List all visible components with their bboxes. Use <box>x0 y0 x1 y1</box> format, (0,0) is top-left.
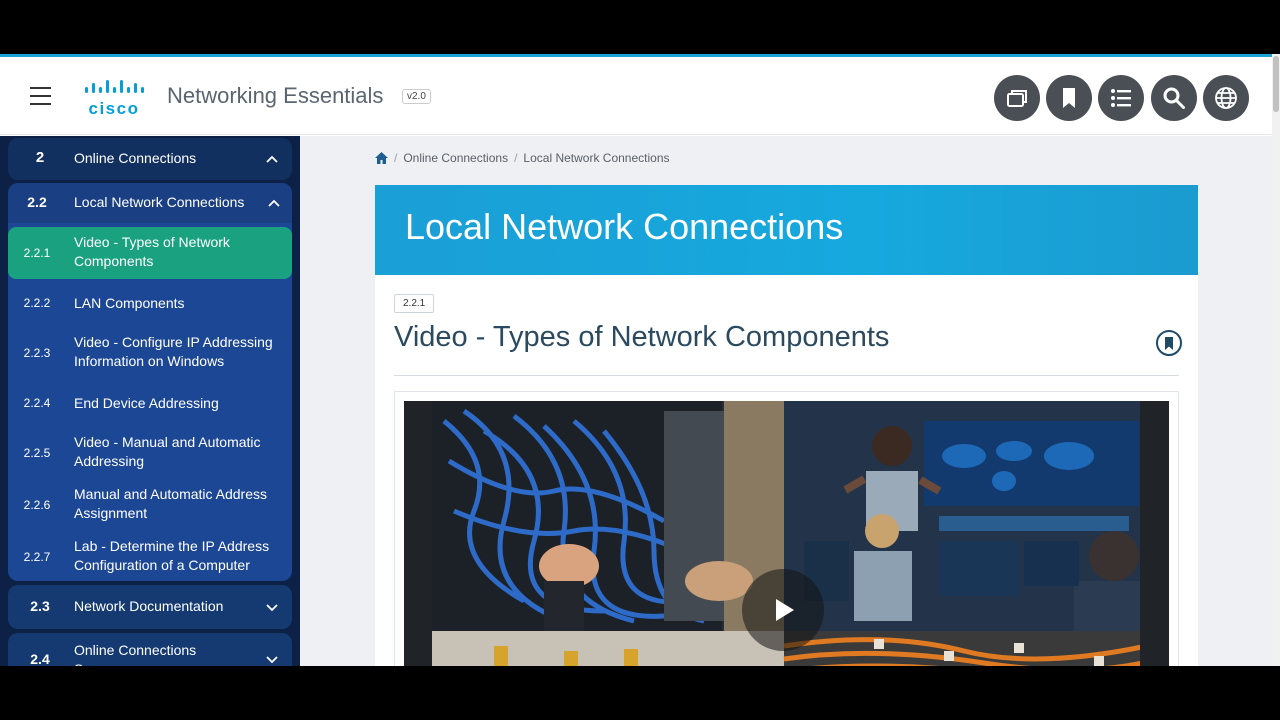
item-label: Video - Configure IP Addressing Informat… <box>74 334 273 369</box>
module-number: 2 <box>35 149 45 166</box>
sidebar-item-2-2-5[interactable]: 2.2.5 Video - Manual and Automatic Addre… <box>8 427 292 479</box>
sidebar: 2 Online Connections 2.2 Local Network C… <box>0 136 300 666</box>
sidebar-item-2-2-6[interactable]: 2.2.6 Manual and Automatic Address Assig… <box>8 479 292 531</box>
item-number: 2.2.5 <box>23 446 51 460</box>
sidebar-section-2-2[interactable]: 2.2 Local Network Connections <box>8 183 292 223</box>
list-icon <box>1111 89 1131 107</box>
section-label: Local Network Connections <box>74 194 245 210</box>
sidebar-section-2-4[interactable]: 2.4 Online Connections Summary <box>8 633 292 666</box>
main-content: / Online Connections / Local Network Con… <box>300 136 1272 666</box>
item-number: 2.2.7 <box>23 550 51 564</box>
sidebar-module-2[interactable]: 2 Online Connections <box>8 138 292 180</box>
chevron-down-icon <box>266 656 278 664</box>
globe-icon <box>1215 87 1237 109</box>
item-number: 2.2.6 <box>23 498 51 512</box>
version-badge: v2.0 <box>402 89 431 104</box>
item-label: End Device Addressing <box>74 395 219 411</box>
page-scrollbar[interactable] <box>1272 54 1280 666</box>
section-label: Network Documentation <box>74 598 224 614</box>
sidebar-item-2-2-3[interactable]: 2.2.3 Video - Configure IP Addressing In… <box>8 327 292 379</box>
search-button[interactable] <box>1151 75 1197 121</box>
section-number: 2.4 <box>30 651 50 666</box>
app-window: cisco Networking Essentials v2.0 2 Onlin… <box>0 54 1280 666</box>
scrollbar-thumb[interactable] <box>1273 56 1279 112</box>
chevron-up-icon <box>268 199 280 207</box>
header: cisco Networking Essentials v2.0 <box>0 57 1272 135</box>
window-icon <box>1007 90 1027 107</box>
item-label: LAN Components <box>74 295 185 311</box>
item-number: 2.2.1 <box>23 246 51 260</box>
section-banner: Local Network Connections <box>375 185 1198 275</box>
chevron-up-icon <box>266 155 278 163</box>
module-label: Online Connections <box>74 150 197 166</box>
divider <box>394 375 1179 376</box>
menu-icon[interactable] <box>30 87 51 105</box>
sidebar-item-2-2-2[interactable]: 2.2.2 LAN Components <box>8 283 292 323</box>
topic-number-badge: 2.2.1 <box>394 294 435 313</box>
section-number: 2.3 <box>30 598 50 614</box>
item-label: Video - Manual and Automatic Addressing <box>74 434 261 469</box>
play-button[interactable] <box>742 569 824 651</box>
video-player[interactable] <box>404 401 1169 666</box>
item-label: Lab - Determine the IP Address Configura… <box>74 538 270 573</box>
language-button[interactable] <box>1203 75 1249 121</box>
banner-title: Local Network Connections <box>405 206 844 247</box>
sidebar-section-2-3[interactable]: 2.3 Network Documentation <box>8 585 292 629</box>
breadcrumb: / Online Connections / Local Network Con… <box>375 151 670 165</box>
bookmark-topic-button[interactable] <box>1156 330 1182 356</box>
home-icon[interactable] <box>375 152 388 164</box>
chevron-down-icon <box>266 604 278 612</box>
cisco-logo: cisco <box>83 78 151 118</box>
item-number: 2.2.4 <box>23 396 51 410</box>
toc-button[interactable] <box>1098 75 1144 121</box>
bookmarks-button[interactable] <box>1046 75 1092 121</box>
item-label: Video - Types of Network Components <box>74 234 230 269</box>
sidebar-item-2-2-4[interactable]: 2.2.4 End Device Addressing <box>8 383 292 423</box>
item-number: 2.2.2 <box>23 296 51 310</box>
item-number: 2.2.3 <box>23 346 51 360</box>
section-number: 2.2 <box>27 194 47 210</box>
section-label: Online Connections Summary <box>74 642 197 666</box>
bookmark-icon <box>1063 88 1075 108</box>
breadcrumb-item[interactable]: Local Network Connections <box>523 151 669 165</box>
app-title: Networking Essentials <box>167 83 384 108</box>
topic-card: 2.2.1 Video - Types of Network Component… <box>375 275 1198 666</box>
sidebar-section-group: 2.2 Local Network Connections 2.2.1 Vide… <box>8 183 292 581</box>
window-button[interactable] <box>994 75 1040 121</box>
sidebar-item-2-2-1[interactable]: 2.2.1 Video - Types of Network Component… <box>8 227 292 279</box>
logo-text: cisco <box>89 99 140 118</box>
search-icon <box>1163 87 1185 109</box>
sidebar-item-2-2-7[interactable]: 2.2.7 Lab - Determine the IP Address Con… <box>8 531 292 581</box>
item-label: Manual and Automatic Address Assignment <box>74 486 268 521</box>
play-icon <box>776 599 794 621</box>
video-container <box>394 391 1179 666</box>
breadcrumb-item[interactable]: Online Connections <box>403 151 508 165</box>
bookmark-icon <box>1165 336 1173 350</box>
topic-title: Video - Types of Network Components <box>394 321 890 353</box>
